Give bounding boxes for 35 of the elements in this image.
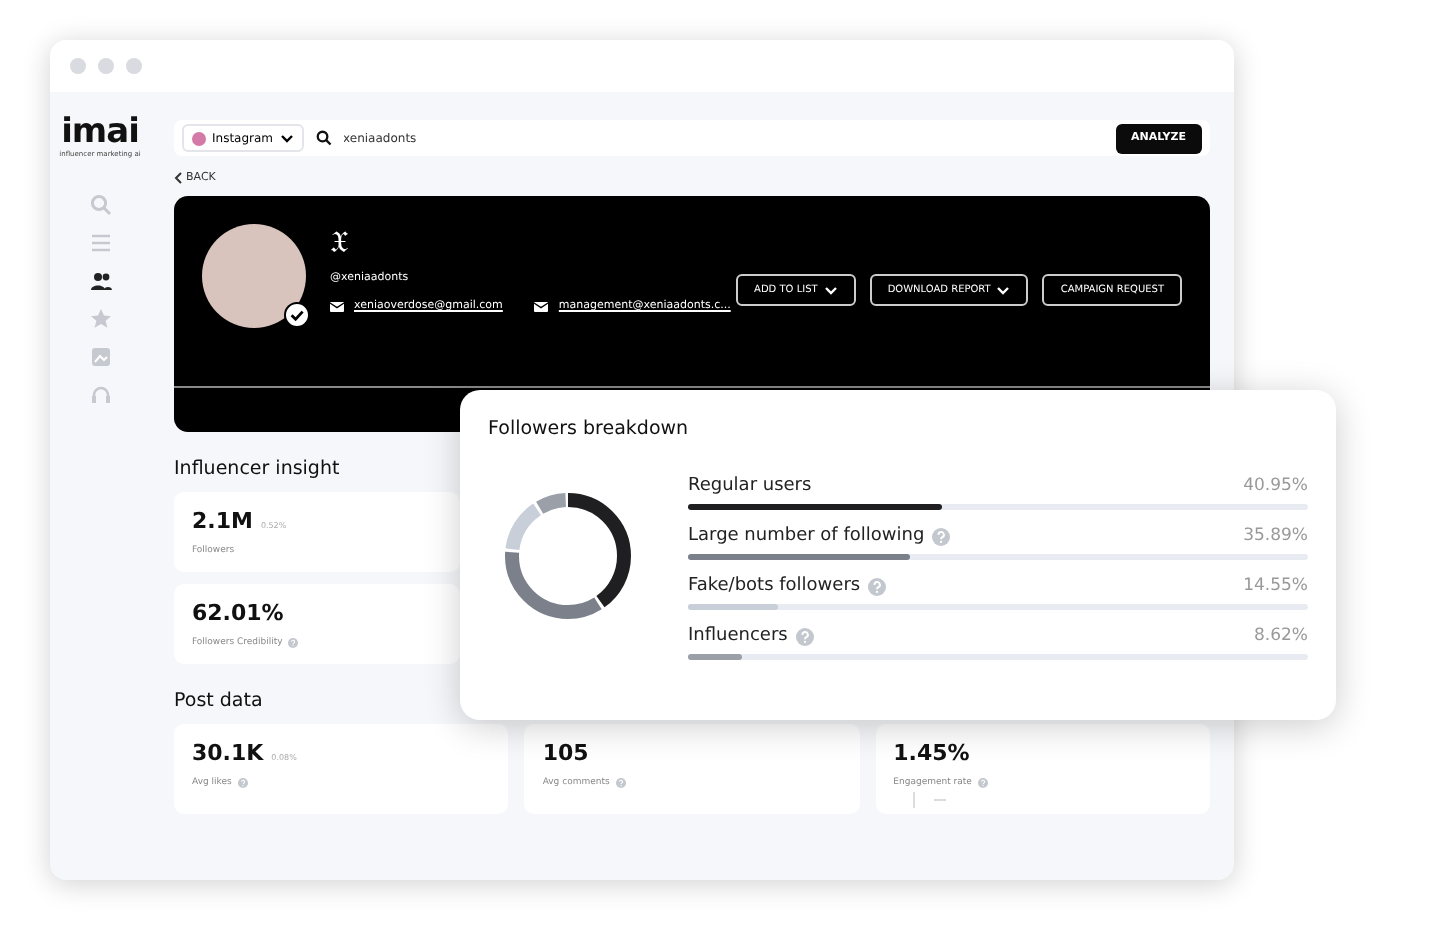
stat-value: 30.1K <box>192 740 264 766</box>
list-icon[interactable] <box>89 232 111 254</box>
stat-value: 2.1M <box>192 508 253 534</box>
breakdown-label: Fake/bots followers <box>688 576 861 596</box>
breakdown-label: Influencers <box>688 626 788 646</box>
mail-icon <box>534 301 549 311</box>
picture-icon[interactable] <box>89 346 111 368</box>
headset-icon[interactable] <box>89 384 111 406</box>
chevron-left-icon <box>174 172 182 184</box>
breakdown-value: 8.62% <box>1253 626 1308 646</box>
donut-chart-drawing <box>500 488 636 624</box>
people-icon[interactable] <box>89 270 111 292</box>
window-dot[interactable] <box>98 58 114 74</box>
breakdown-label: Regular users <box>688 476 812 496</box>
stat-value: 62.01% <box>192 600 284 626</box>
search-icon <box>315 130 332 146</box>
section-title: Influencer insight <box>174 458 342 480</box>
breakdown-value: 40.95% <box>1243 476 1308 496</box>
mail-icon <box>330 301 344 311</box>
caret-icon <box>279 133 294 143</box>
profile-name: 𝔛 <box>330 224 350 260</box>
breakdown-value: 35.89% <box>1243 526 1308 546</box>
window-dot[interactable] <box>70 58 86 74</box>
breakdown-label: Large number of following <box>688 526 925 546</box>
star-icon[interactable] <box>89 308 111 330</box>
stat-value: 1.45% <box>893 740 970 766</box>
section-title: Post data <box>174 690 265 712</box>
card-title: Followers breakdown <box>488 418 691 440</box>
avatar <box>202 224 306 328</box>
logo[interactable]: imai <box>61 116 139 150</box>
platform-icon <box>192 131 206 145</box>
breakdown-value: 14.55% <box>1243 576 1308 596</box>
search-icon[interactable] <box>89 194 111 216</box>
window-dot[interactable] <box>126 58 142 74</box>
stat-value: 105 <box>542 740 589 766</box>
